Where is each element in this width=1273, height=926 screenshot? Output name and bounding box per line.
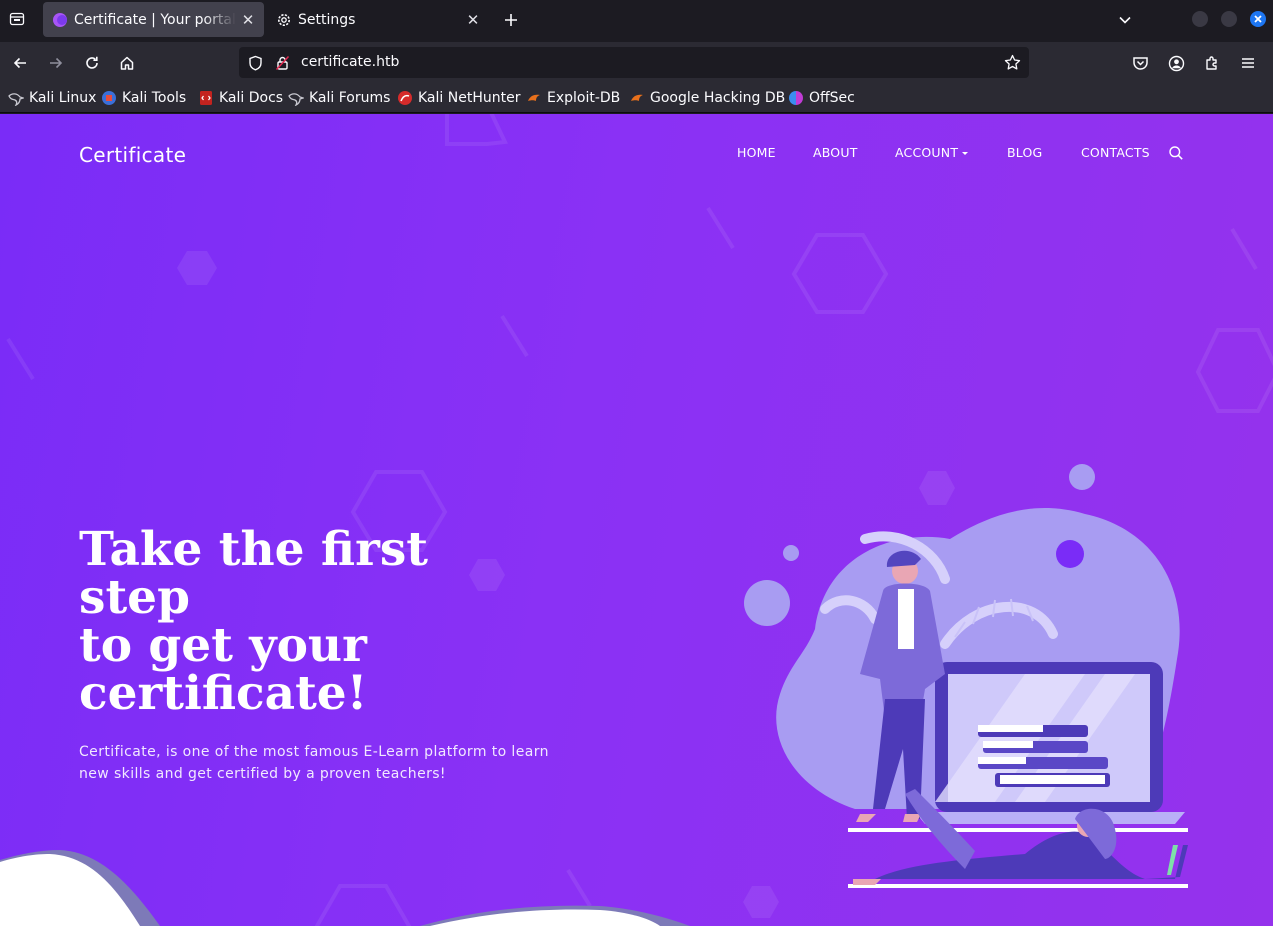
pocket-icon [1132, 57, 1148, 70]
new-tab-button[interactable] [498, 7, 524, 33]
nav-account-label: ACCOUNT [895, 145, 959, 160]
list-all-tabs-button[interactable] [1113, 8, 1137, 32]
hamburger-menu-icon [1242, 58, 1254, 68]
bookmark-star-icon[interactable] [1004, 54, 1021, 71]
reload-icon [86, 56, 98, 69]
home-button[interactable] [114, 50, 140, 76]
account-button[interactable] [1163, 50, 1189, 76]
firefox-view-icon [9, 12, 25, 26]
account-icon [1168, 55, 1184, 71]
bookmarks-toolbar: Kali Linux Kali Tools Kali Docs Kali For… [0, 84, 1273, 113]
bookmark-label: Kali Tools [122, 90, 187, 106]
site-logo[interactable]: Certificate [79, 143, 186, 167]
shield-icon[interactable] [247, 54, 264, 71]
tab-certificate[interactable]: Certificate | Your portal for certificat… [43, 2, 264, 37]
site-favicon-icon [53, 12, 67, 27]
minimize-button[interactable] [1192, 11, 1208, 27]
tab-title: Certificate | Your portal for certificat… [74, 11, 236, 28]
search-icon[interactable] [1168, 145, 1184, 161]
hero-title: Take the first step to get your certific… [79, 526, 539, 718]
kali-dragon-icon [8, 90, 24, 106]
web-page: Certificate HOME ABOUT ACCOUNT BLOG CONT… [0, 114, 1273, 926]
arrow-right-icon [50, 57, 63, 69]
hero-subtitle: Certificate, is one of the most famous E… [79, 744, 549, 782]
bookmark-label: Kali NetHunter [418, 90, 521, 106]
gear-icon [278, 13, 290, 26]
bookmark-kali-nethunter[interactable]: Kali NetHunter [397, 89, 520, 107]
maximize-button[interactable] [1221, 11, 1237, 27]
back-button[interactable] [7, 50, 33, 76]
arrow-left-icon [13, 57, 26, 69]
puzzle-icon [1206, 56, 1217, 70]
extensions-button[interactable] [1199, 50, 1225, 76]
exploit-db-icon [526, 90, 542, 106]
nav-about[interactable]: ABOUT [813, 145, 858, 160]
offsec-icon [788, 90, 804, 106]
bookmark-label: OffSec [809, 90, 855, 106]
hero-title-line: certificate! [79, 666, 368, 721]
tab-settings[interactable]: Settings ✕ [268, 2, 489, 37]
app-menu-button[interactable] [1235, 50, 1261, 76]
hero-title-line: step [79, 570, 190, 625]
hero-title-line: Take the first [79, 522, 429, 577]
bookmark-kali-forums[interactable]: Kali Forums [288, 89, 390, 107]
kali-docs-icon [198, 90, 214, 106]
bookmark-label: Exploit-DB [547, 90, 621, 106]
nav-account[interactable]: ACCOUNT [895, 145, 969, 160]
nav-home[interactable]: HOME [737, 145, 776, 160]
bookmark-label: Kali Docs [219, 90, 284, 106]
bookmark-label: Kali Forums [309, 90, 391, 106]
kali-dragon-icon [288, 90, 304, 106]
exploit-db-icon [629, 90, 645, 106]
bookmark-exploit-db[interactable]: Exploit-DB [526, 89, 620, 107]
reload-button[interactable] [79, 50, 105, 76]
navigation-toolbar: certificate.htb [0, 42, 1273, 84]
chevron-down-icon [1119, 16, 1131, 24]
plus-icon [505, 14, 517, 26]
bottom-wave-decoration [0, 850, 690, 926]
nethunter-icon [397, 90, 413, 106]
bookmark-kali-linux[interactable]: Kali Linux [8, 89, 96, 107]
tab-strip: Certificate | Your portal for certificat… [0, 0, 1273, 42]
tab-title: Settings [298, 11, 356, 28]
caret-down-icon [962, 152, 969, 155]
tab-close-icon[interactable]: ✕ [236, 11, 260, 29]
home-icon [120, 56, 134, 70]
firefox-view-button[interactable] [0, 0, 34, 38]
nav-blog[interactable]: BLOG [1007, 145, 1042, 160]
bookmark-google-hacking-db[interactable]: Google Hacking DB [629, 89, 785, 107]
bookmark-offsec[interactable]: OffSec [788, 89, 855, 107]
bookmark-kali-tools[interactable]: Kali Tools [101, 89, 186, 107]
bookmark-kali-docs[interactable]: Kali Docs [198, 89, 283, 107]
address-bar[interactable]: certificate.htb [239, 47, 1029, 78]
bookmark-label: Kali Linux [29, 90, 97, 106]
pocket-button[interactable] [1127, 50, 1153, 76]
tab-close-icon[interactable]: ✕ [461, 11, 485, 29]
window-close-button[interactable] [1250, 11, 1266, 27]
lock-insecure-icon[interactable] [274, 54, 291, 71]
kali-tools-icon [101, 90, 117, 106]
forward-button[interactable] [43, 50, 69, 76]
hero-title-line: to get your [79, 618, 367, 673]
close-icon [1254, 15, 1262, 23]
bookmark-label: Google Hacking DB [650, 90, 786, 106]
url-text[interactable]: certificate.htb [301, 54, 399, 70]
nav-contacts[interactable]: CONTACTS [1081, 145, 1150, 160]
